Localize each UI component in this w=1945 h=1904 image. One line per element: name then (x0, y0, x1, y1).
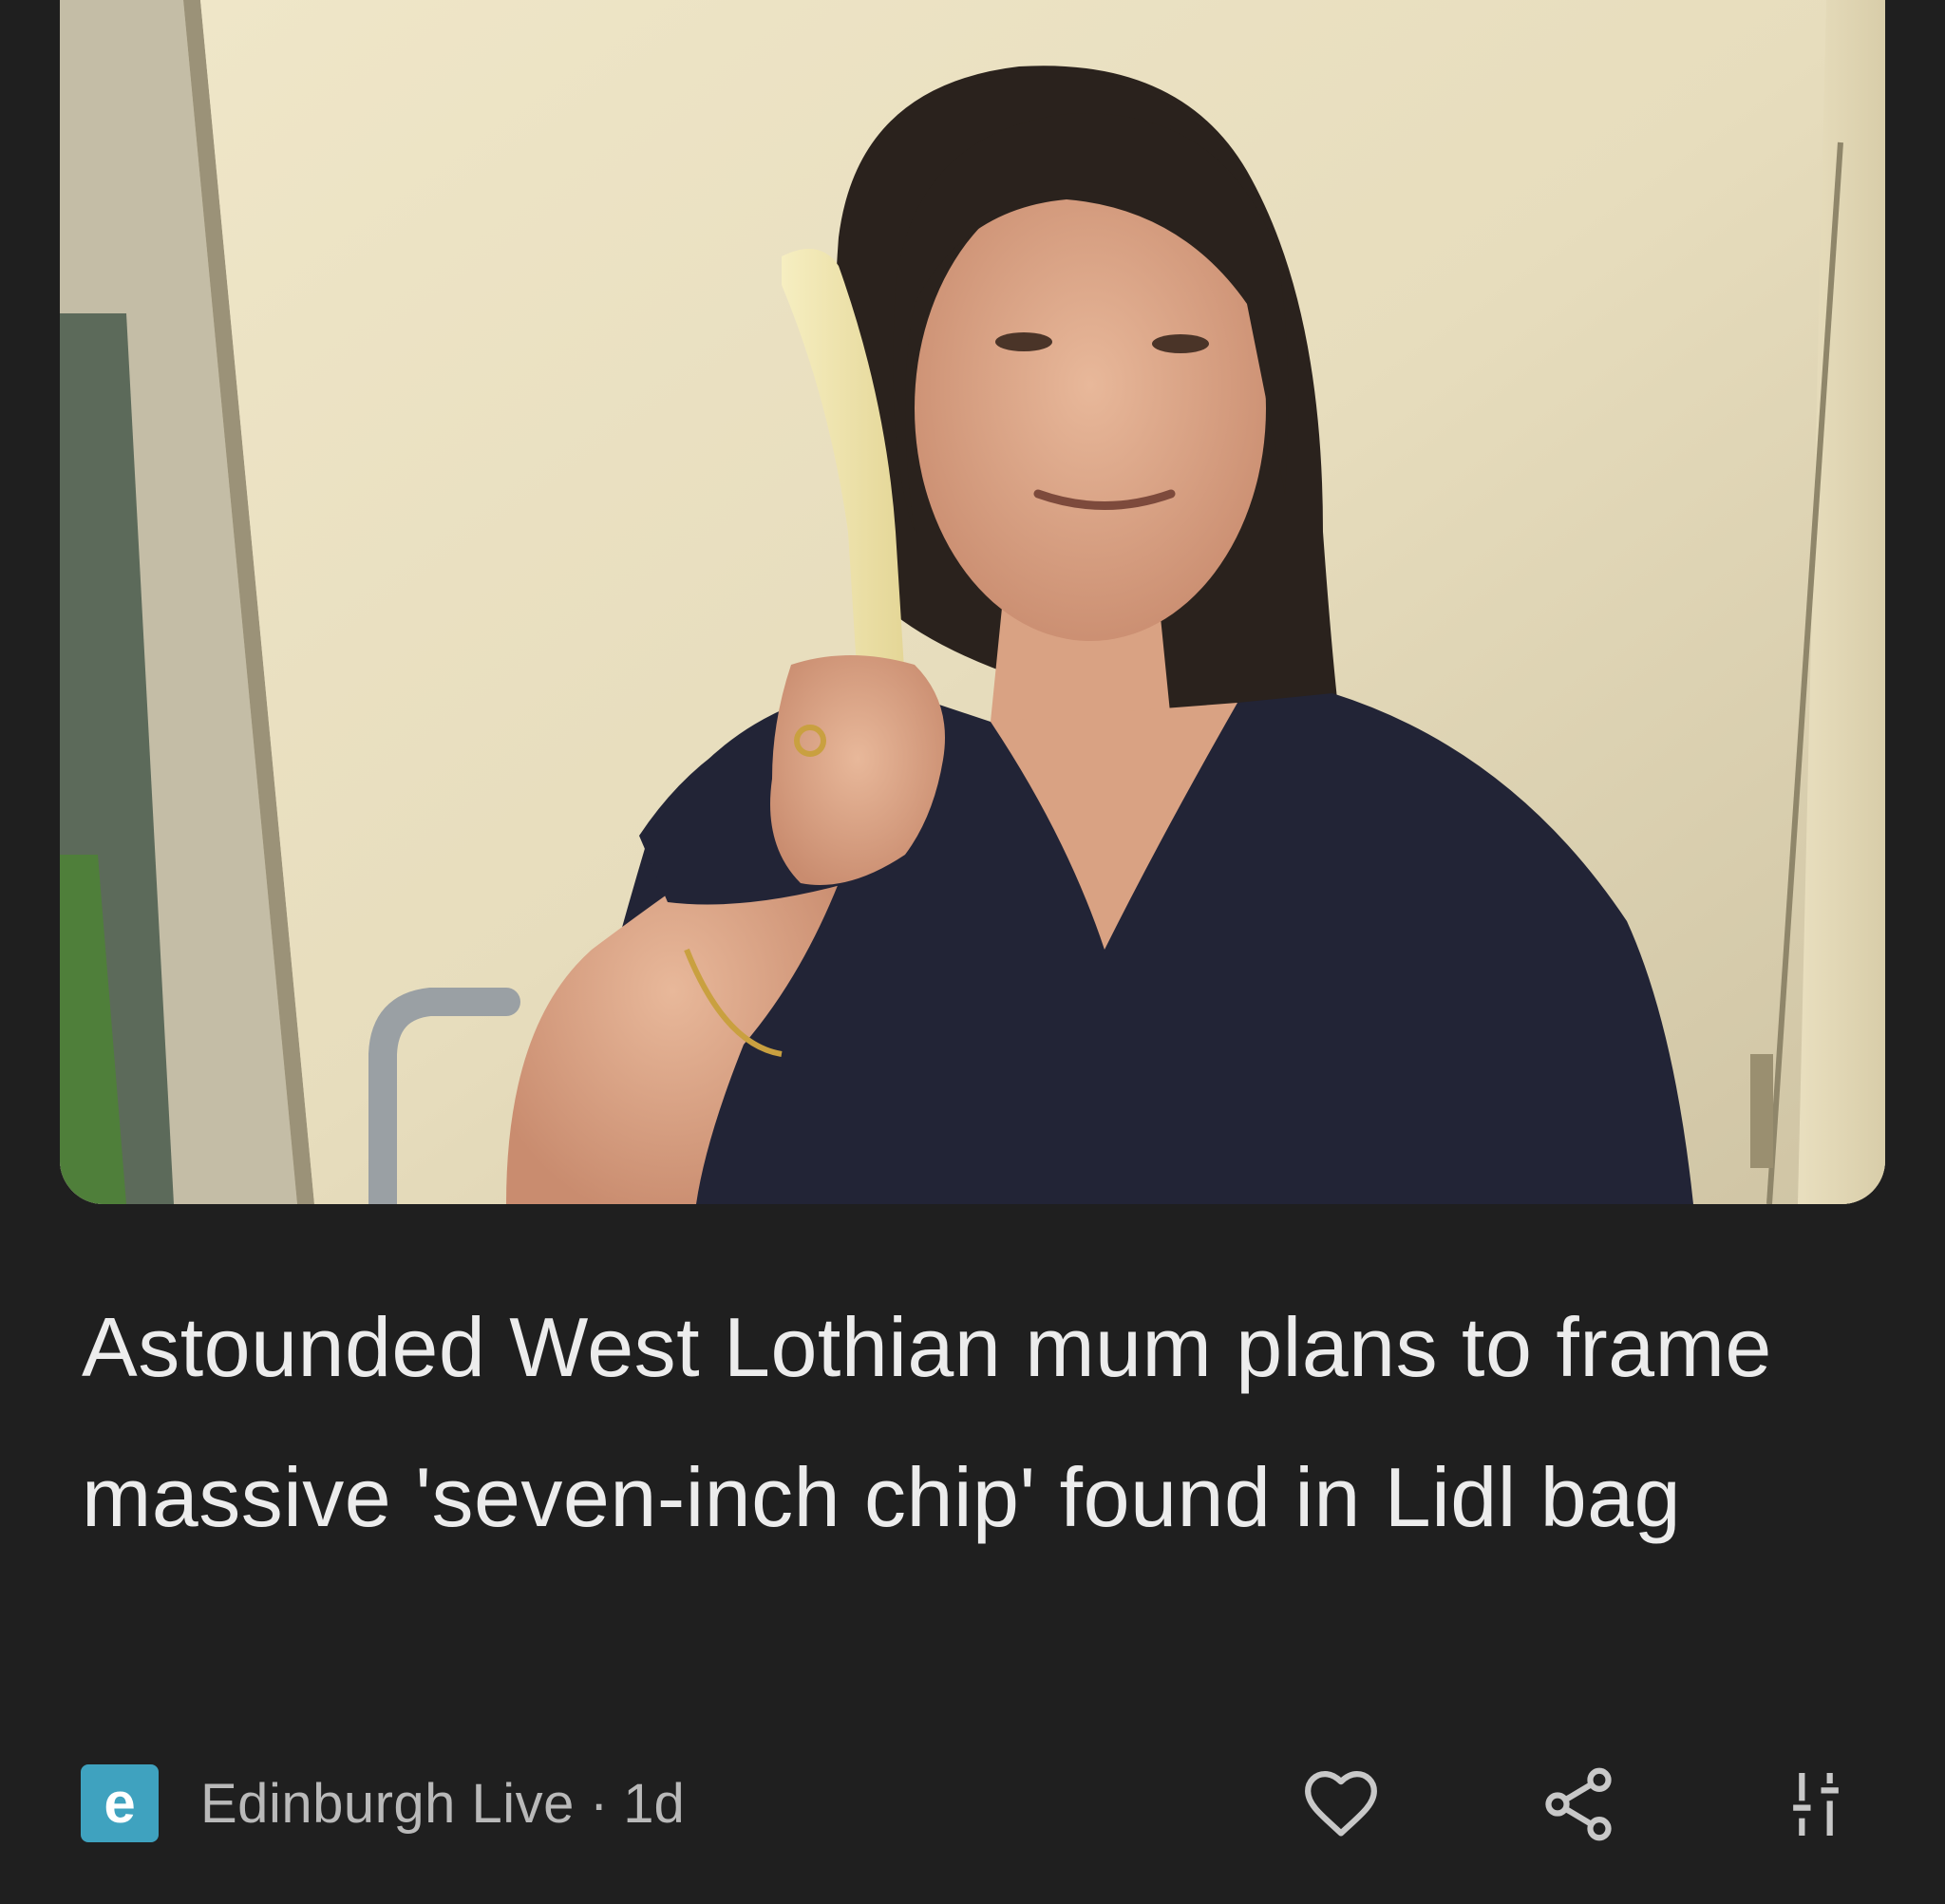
article-image[interactable] (60, 0, 1885, 1204)
sliders-icon (1793, 1773, 1839, 1836)
heart-outline-icon (1305, 1770, 1377, 1837)
like-button[interactable] (1294, 1757, 1388, 1852)
source-logo: e (81, 1764, 159, 1842)
news-card[interactable]: Astounded West Lothian mum plans to fram… (0, 0, 1945, 1904)
article-photo (60, 0, 1885, 1204)
publish-age: 1d (623, 1772, 685, 1835)
more-options-button[interactable] (1768, 1757, 1863, 1852)
article-headline[interactable]: Astounded West Lothian mum plans to fram… (82, 1272, 1858, 1573)
source-row[interactable]: e Edinburgh Live · 1d (81, 1764, 685, 1842)
share-button[interactable] (1531, 1757, 1626, 1852)
share-icon (1545, 1767, 1612, 1841)
meta-separator: · (589, 1772, 609, 1835)
source-name: Edinburgh Live (200, 1772, 575, 1835)
